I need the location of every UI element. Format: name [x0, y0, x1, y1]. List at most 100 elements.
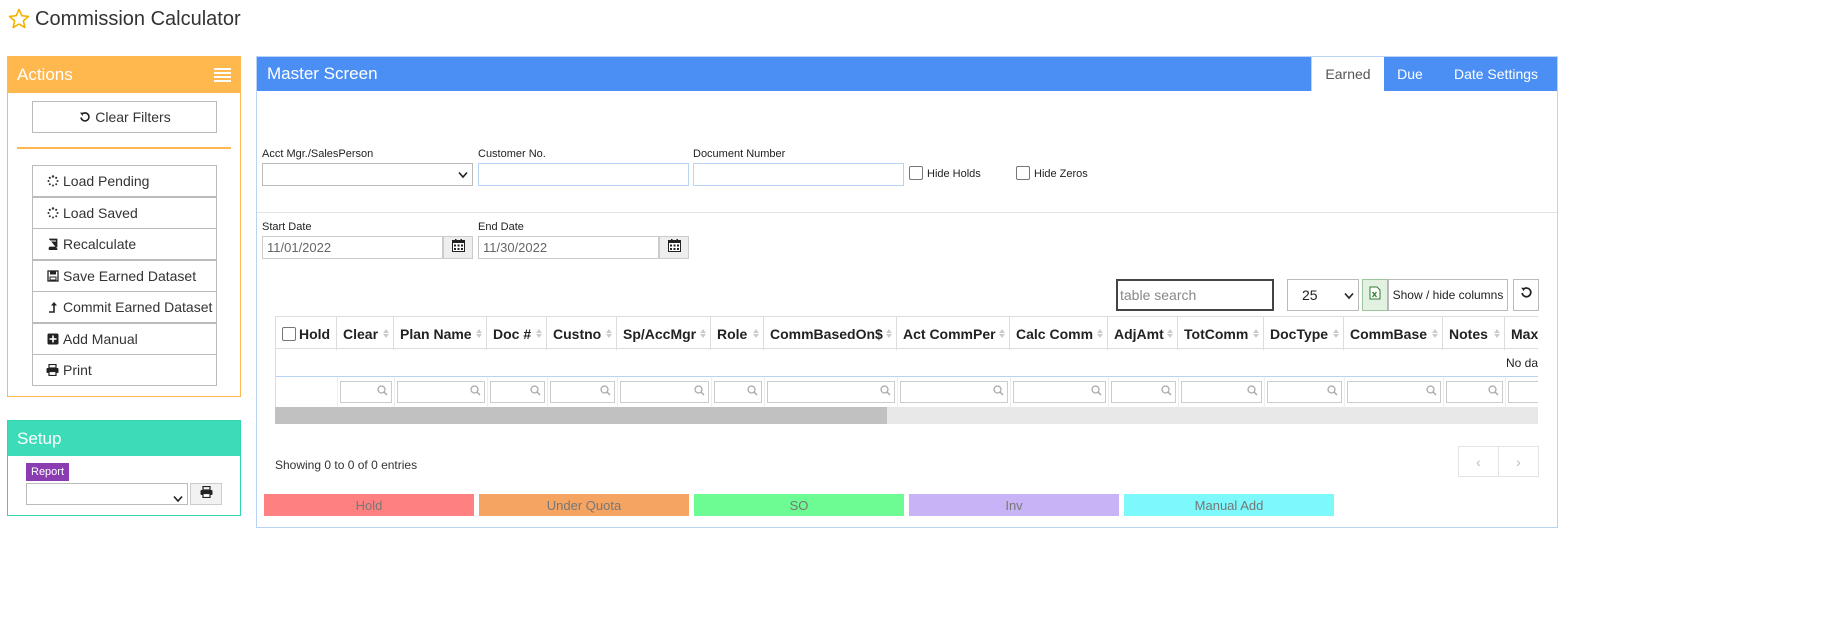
star-icon[interactable] [7, 7, 31, 31]
column-header-role[interactable]: Role [711, 317, 764, 350]
sort-icon [886, 329, 892, 338]
tab-earned[interactable]: Earned [1311, 57, 1384, 91]
entries-info: Showing 0 to 0 of 0 entries [275, 458, 418, 472]
search-icon [1161, 383, 1172, 401]
recalculate-button[interactable]: Recalculate [32, 228, 217, 260]
chevron-down-icon [173, 490, 183, 508]
column-filter-notes[interactable] [1444, 377, 1506, 407]
column-filter-commbase[interactable] [1345, 377, 1444, 407]
hide-holds-toggle[interactable]: Hide Holds [909, 166, 981, 180]
actions-panel: Actions Clear Filters Load Pending Load … [7, 56, 241, 397]
commit-earned-dataset-button[interactable]: Commit Earned Dataset [32, 291, 217, 323]
search-icon [1426, 383, 1437, 401]
column-header-doc-no[interactable]: Doc # [487, 317, 547, 350]
load-saved-button[interactable]: Load Saved [32, 197, 217, 229]
start-date-calendar-button[interactable] [443, 236, 473, 259]
column-filter-doc-no[interactable] [488, 377, 548, 407]
spinner-icon [46, 175, 59, 188]
select-all-checkbox[interactable] [282, 326, 296, 341]
column-filter-doctype[interactable] [1265, 377, 1345, 407]
horizontal-scrollbar[interactable] [275, 407, 1538, 424]
next-page-button[interactable]: › [1499, 447, 1538, 476]
save-icon [46, 270, 59, 283]
calendar-icon [451, 238, 465, 257]
search-icon [1488, 383, 1499, 401]
page-size-value: 25 [1302, 287, 1318, 303]
export-excel-button[interactable] [1362, 279, 1388, 311]
column-header-commbase[interactable]: CommBase [1344, 317, 1443, 350]
column-header-max[interactable]: Max [1505, 317, 1538, 350]
column-header-sp-accmgr[interactable]: Sp/AccMgr [617, 317, 711, 350]
column-header-plan-name[interactable]: Plan Name [394, 317, 487, 350]
report-select[interactable] [26, 483, 188, 505]
chevron-down-icon [458, 166, 468, 184]
end-date-label: End Date [478, 221, 524, 233]
sort-icon [476, 329, 482, 338]
column-filter-adjamt[interactable] [1109, 377, 1179, 407]
start-date-input[interactable]: 11/01/2022 [262, 236, 443, 259]
add-manual-button[interactable]: Add Manual [32, 323, 217, 355]
column-header-act-commper[interactable]: Act CommPer [897, 317, 1010, 350]
actions-divider [17, 147, 231, 149]
column-header-notes[interactable]: Notes [1443, 317, 1505, 350]
column-header-commbasedon[interactable]: CommBasedOn$ [764, 317, 897, 350]
column-filter-calc-comm[interactable] [1011, 377, 1109, 407]
add-manual-label: Add Manual [63, 331, 138, 347]
column-filter-clear[interactable] [338, 377, 395, 407]
save-earned-dataset-button[interactable]: Save Earned Dataset [32, 260, 217, 292]
scrollbar-thumb[interactable] [275, 407, 887, 424]
print-icon [200, 485, 213, 503]
legend-inv: Inv [909, 494, 1119, 516]
column-header-doctype[interactable]: DocType [1264, 317, 1344, 350]
end-date-calendar-button[interactable] [659, 236, 689, 259]
column-header-hold[interactable]: Hold [275, 317, 337, 350]
refresh-table-button[interactable] [1513, 279, 1539, 311]
tab-date-settings[interactable]: Date Settings [1436, 57, 1556, 91]
table-filter-row [275, 377, 1538, 407]
table-header-row: Hold Clear Plan Name Doc # Custno Sp/Acc… [275, 316, 1538, 350]
filter-cell-hold [276, 377, 338, 407]
hide-holds-checkbox[interactable] [909, 166, 923, 180]
refresh-icon [1520, 286, 1533, 304]
acct-mgr-select[interactable] [262, 163, 473, 186]
level-up-icon [46, 301, 59, 314]
hide-holds-label: Hide Holds [927, 168, 981, 180]
column-filter-totcomm[interactable] [1179, 377, 1265, 407]
column-filter-role[interactable] [712, 377, 765, 407]
column-filter-act-commper[interactable] [898, 377, 1011, 407]
column-header-adjamt[interactable]: AdjAmt [1108, 317, 1178, 350]
column-header-calc-comm[interactable]: Calc Comm [1010, 317, 1108, 350]
column-filter-commbasedon[interactable] [765, 377, 898, 407]
load-saved-label: Load Saved [63, 205, 138, 221]
setup-panel: Setup Report [7, 420, 241, 516]
menu-icon[interactable] [214, 68, 231, 82]
report-print-button[interactable] [190, 483, 222, 505]
column-filter-max[interactable] [1506, 377, 1538, 407]
load-pending-button[interactable]: Load Pending [32, 165, 217, 197]
column-filter-plan-name[interactable] [395, 377, 488, 407]
customer-no-input[interactable] [478, 163, 689, 186]
search-icon [600, 383, 611, 401]
filters-divider [257, 212, 1557, 213]
hide-zeros-toggle[interactable]: Hide Zeros [1016, 166, 1088, 180]
previous-page-button[interactable]: ‹ [1459, 447, 1499, 476]
sort-icon [606, 329, 612, 338]
clear-filters-button[interactable]: Clear Filters [32, 101, 217, 133]
print-button[interactable]: Print [32, 354, 217, 386]
document-number-input[interactable] [693, 163, 904, 186]
column-header-custno[interactable]: Custno [547, 317, 617, 350]
column-header-clear[interactable]: Clear [337, 317, 394, 350]
legend-under-quota: Under Quota [479, 494, 689, 516]
column-filter-custno[interactable] [548, 377, 618, 407]
tab-due[interactable]: Due [1384, 57, 1436, 91]
show-hide-columns-button[interactable]: Show / hide columns [1388, 279, 1508, 311]
column-header-totcomm[interactable]: TotComm [1178, 317, 1264, 350]
table-search-input[interactable]: table search [1116, 279, 1274, 311]
hide-zeros-checkbox[interactable] [1016, 166, 1030, 180]
sort-icon [1253, 329, 1259, 338]
end-date-input[interactable]: 11/30/2022 [478, 236, 659, 259]
setup-header: Setup [8, 421, 240, 456]
column-filter-sp-accmgr[interactable] [618, 377, 712, 407]
page-size-select[interactable]: 25 [1287, 279, 1359, 311]
search-icon [1247, 383, 1258, 401]
